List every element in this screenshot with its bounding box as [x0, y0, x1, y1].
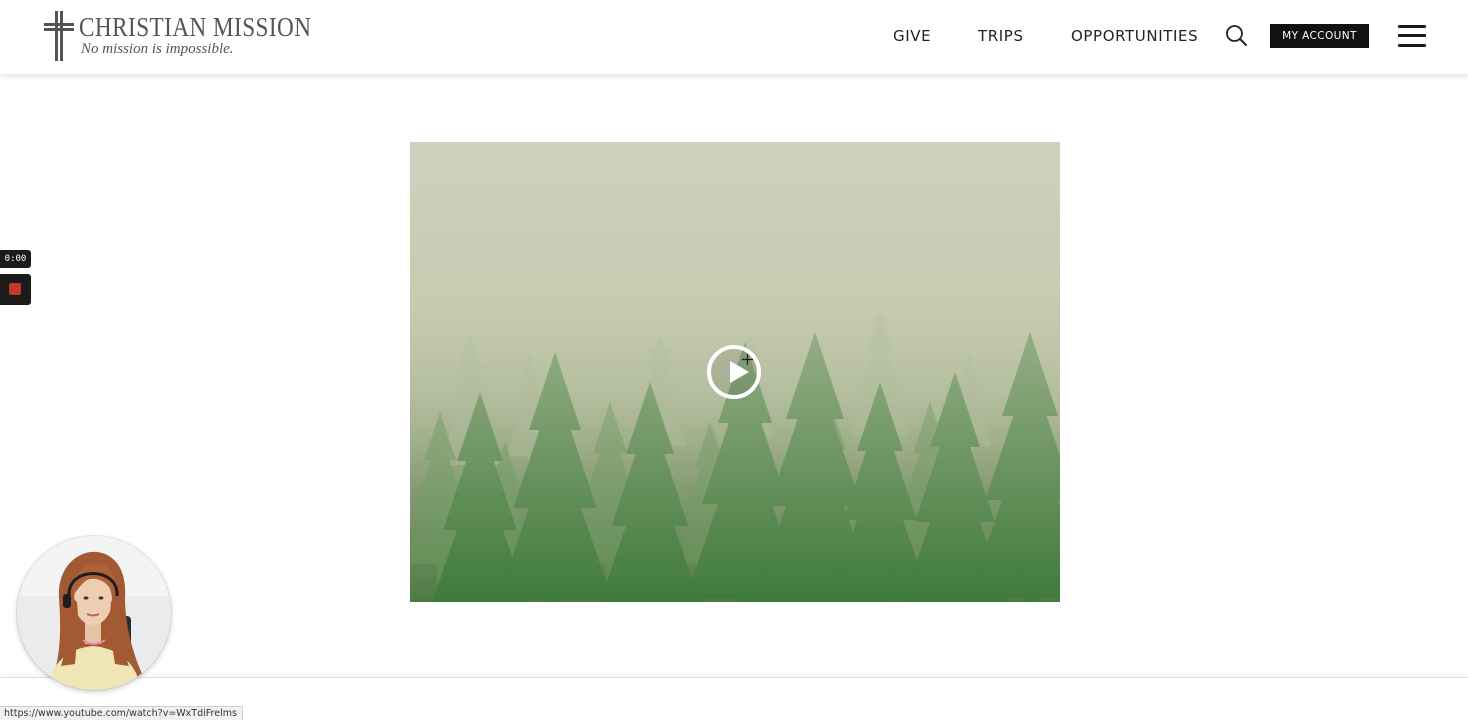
logo-tagline: No mission is impossible.	[81, 41, 234, 57]
nav-opportunities[interactable]: OPPORTUNITIES	[1071, 27, 1198, 47]
status-bar-url: https://www.youtube.com/watch?v=WxTdiFre…	[0, 706, 243, 720]
site-logo[interactable]: CHRISTIAN MISSION No mission is impossib…	[42, 10, 311, 64]
nav-trips[interactable]: TRIPS	[978, 27, 1024, 47]
menu-line	[1398, 25, 1426, 28]
video-player[interactable]	[410, 142, 1060, 602]
search-button[interactable]	[1225, 24, 1249, 48]
stop-icon[interactable]	[0, 274, 31, 305]
logo-title: CHRISTIAN MISSION	[79, 12, 312, 42]
nav-give[interactable]: GIVE	[893, 27, 931, 47]
hamburger-menu-icon[interactable]	[1398, 24, 1427, 48]
presenter-avatar	[17, 536, 171, 690]
menu-line	[1398, 34, 1426, 37]
move-cursor-icon	[742, 354, 753, 365]
menu-line	[1398, 44, 1426, 47]
site-header: CHRISTIAN MISSION No mission is impossib…	[0, 0, 1468, 74]
page: CHRISTIAN MISSION No mission is impossib…	[0, 0, 1468, 720]
webcam-bubble[interactable]	[17, 536, 171, 690]
cross-icon	[44, 11, 74, 61]
search-icon	[1226, 25, 1247, 46]
recording-timer: 0:00	[0, 250, 31, 268]
my-account-button[interactable]: MY ACCOUNT	[1270, 24, 1369, 48]
